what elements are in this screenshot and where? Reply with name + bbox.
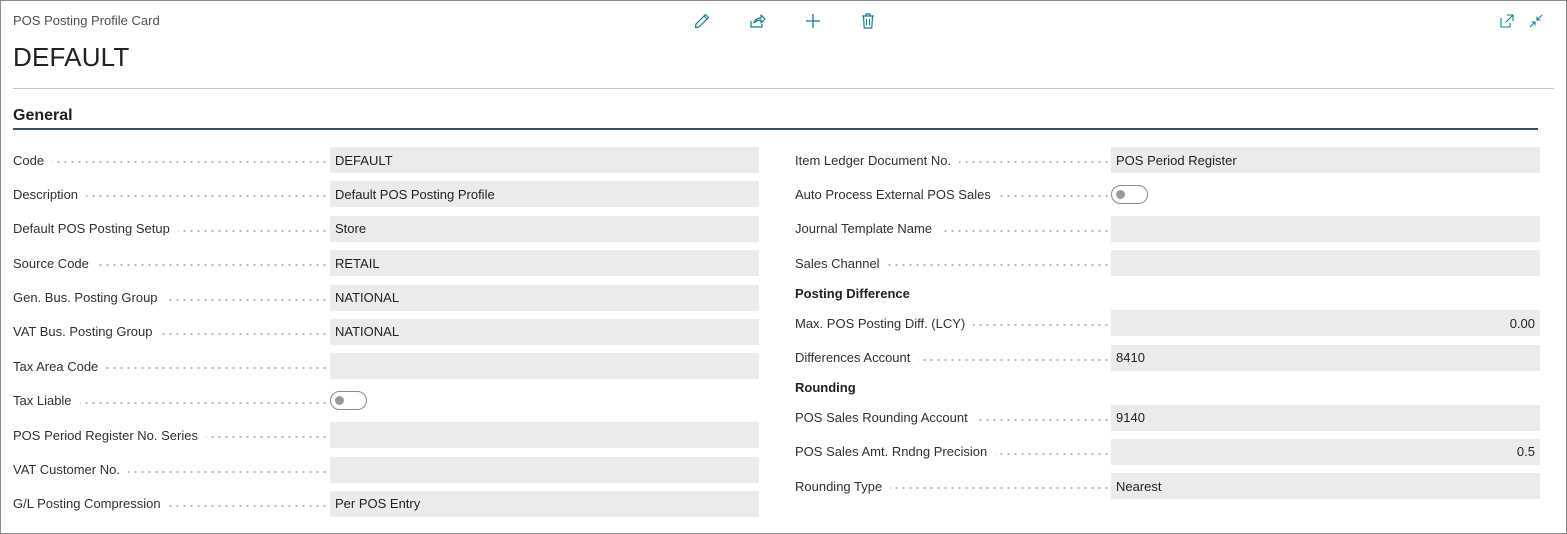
right-column: Item Ledger Document No. POS Period Regi… — [795, 147, 1540, 508]
item-ledger-document-no-field[interactable]: POS Period Register — [1111, 147, 1540, 173]
page-title: DEFAULT — [13, 42, 130, 72]
field-row-auto-process-external-pos-sales: Auto Process External POS Sales — [795, 181, 1540, 207]
field-label: Max. POS Posting Diff. (LCY) — [795, 310, 1112, 336]
pos-period-register-no-series-field[interactable] — [330, 422, 759, 449]
tax-liable-toggle[interactable] — [330, 391, 367, 411]
field-label: G/L Posting Compression — [13, 491, 331, 517]
field-label: Description — [13, 181, 331, 207]
page-frame: POS Posting Profile Card DEFAULT General… — [0, 0, 1567, 534]
new-icon[interactable] — [802, 11, 824, 31]
field-label: POS Period Register No. Series — [13, 422, 331, 448]
pos-sales-rounding-account-field[interactable]: 9140 — [1111, 404, 1540, 431]
field-row-rounding-type: Rounding Type Nearest — [795, 473, 1540, 500]
delete-icon[interactable] — [857, 11, 879, 31]
vat-bus-posting-group-field[interactable]: NATIONAL — [330, 318, 759, 345]
field-row-journal-template-name: Journal Template Name — [795, 215, 1540, 242]
journal-template-name-field[interactable] — [1111, 215, 1540, 242]
page-caption: POS Posting Profile Card — [13, 13, 160, 28]
gen-bus-posting-group-field[interactable]: NATIONAL — [330, 284, 759, 311]
section-title-general[interactable]: General — [13, 107, 73, 125]
subheading-rounding: Rounding — [795, 380, 856, 396]
field-label: VAT Bus. Posting Group — [13, 319, 331, 345]
field-row-gen-bus-posting-group: Gen. Bus. Posting Group NATIONAL — [13, 284, 759, 311]
window-tools — [1492, 11, 1552, 31]
title-divider — [13, 88, 1554, 89]
pos-sales-amt-rndng-precision-field[interactable]: 0.5 — [1111, 438, 1540, 465]
field-label: Sales Channel — [795, 250, 1112, 276]
field-row-pos-sales-amt-rndng-precision: POS Sales Amt. Rndng Precision 0.5 — [795, 438, 1540, 465]
subheading-posting-difference: Posting Difference — [795, 285, 910, 301]
collapse-icon[interactable] — [1525, 11, 1547, 31]
field-row-pos-period-register-no-series: POS Period Register No. Series — [13, 422, 759, 449]
toggle-knob — [335, 396, 344, 406]
field-label: Rounding Type — [795, 473, 1112, 499]
tax-area-code-field[interactable] — [330, 353, 759, 380]
field-row-tax-liable: Tax Liable — [13, 388, 759, 414]
field-label: POS Sales Amt. Rndng Precision — [795, 439, 1112, 465]
source-code-field[interactable]: RETAIL — [330, 250, 759, 277]
field-row-pos-sales-rounding-account: POS Sales Rounding Account 9140 — [795, 404, 1540, 431]
rounding-type-field[interactable]: Nearest — [1111, 473, 1540, 500]
left-column: Code DEFAULT Description Default POS Pos… — [13, 147, 759, 525]
field-label: Journal Template Name — [795, 216, 1112, 242]
field-label: Source Code — [13, 250, 331, 276]
field-row-description: Description Default POS Posting Profile — [13, 181, 759, 208]
field-row-default-pos-posting-setup: Default POS Posting Setup Store — [13, 215, 759, 242]
field-label: Tax Liable — [13, 388, 331, 414]
field-row-gl-posting-compression: G/L Posting Compression Per POS Entry — [13, 490, 759, 517]
open-new-window-icon[interactable] — [1496, 11, 1518, 31]
field-label: VAT Customer No. — [13, 457, 331, 483]
field-label: Code — [13, 147, 331, 173]
field-row-code: Code DEFAULT — [13, 147, 759, 173]
field-row-vat-bus-posting-group: VAT Bus. Posting Group NATIONAL — [13, 318, 759, 345]
field-label: Differences Account — [795, 345, 1112, 371]
field-label: Item Ledger Document No. — [795, 147, 1112, 173]
field-label: POS Sales Rounding Account — [795, 405, 1112, 431]
share-icon[interactable] — [746, 11, 768, 31]
field-label: Tax Area Code — [13, 353, 331, 379]
toggle-knob — [1116, 189, 1125, 199]
vat-customer-no-field[interactable] — [330, 456, 759, 483]
differences-account-field[interactable]: 8410 — [1111, 344, 1540, 371]
section-divider — [13, 128, 1538, 130]
field-row-vat-customer-no: VAT Customer No. — [13, 456, 759, 483]
field-row-sales-channel: Sales Channel — [795, 250, 1540, 277]
field-row-max-pos-posting-diff: Max. POS Posting Diff. (LCY) 0.00 — [795, 310, 1540, 337]
field-label: Default POS Posting Setup — [13, 216, 331, 242]
field-label: Auto Process External POS Sales — [795, 181, 1112, 207]
field-row-item-ledger-document-no: Item Ledger Document No. POS Period Regi… — [795, 147, 1540, 173]
description-field[interactable]: Default POS Posting Profile — [330, 181, 759, 208]
edit-icon[interactable] — [691, 11, 713, 31]
field-label: Gen. Bus. Posting Group — [13, 285, 331, 311]
auto-process-external-pos-sales-toggle[interactable] — [1111, 184, 1148, 204]
field-row-source-code: Source Code RETAIL — [13, 250, 759, 277]
gl-posting-compression-field[interactable]: Per POS Entry — [330, 490, 759, 517]
sales-channel-field[interactable] — [1111, 250, 1540, 277]
field-row-tax-area-code: Tax Area Code — [13, 353, 759, 380]
default-pos-posting-setup-field[interactable]: Store — [330, 215, 759, 242]
max-pos-posting-diff-field[interactable]: 0.00 — [1111, 310, 1540, 337]
field-row-differences-account: Differences Account 8410 — [795, 344, 1540, 371]
code-field[interactable]: DEFAULT — [330, 147, 759, 173]
